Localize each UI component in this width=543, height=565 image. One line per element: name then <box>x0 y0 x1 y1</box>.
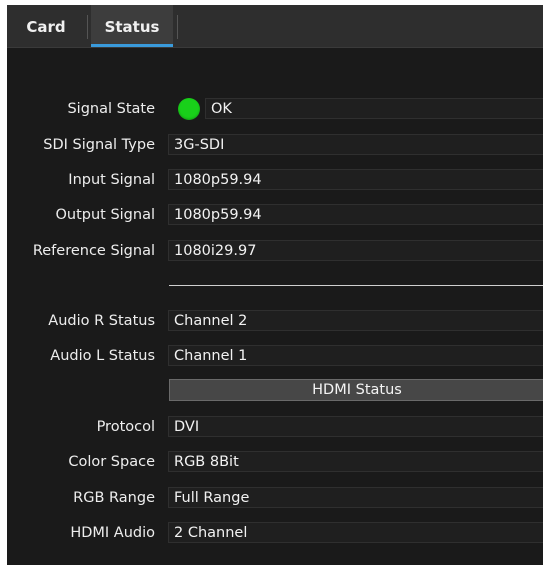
audio-r-status-value: Channel 2 <box>168 310 543 331</box>
sdi-signal-type-value: 3G-SDI <box>168 134 543 155</box>
tab-status[interactable]: Status <box>91 5 173 47</box>
input-signal-label: Input Signal <box>68 172 155 188</box>
tab-card[interactable]: Card <box>7 5 85 47</box>
tab-separator <box>87 15 88 39</box>
reference-signal-value: 1080i29.97 <box>168 240 543 261</box>
signal-ok-led-icon <box>178 98 200 120</box>
input-signal-value: 1080p59.94 <box>168 169 543 190</box>
hdmi-status-header: HDMI Status <box>169 379 543 401</box>
color-space-value: RGB 8Bit <box>168 451 543 472</box>
output-signal-label: Output Signal <box>55 207 155 223</box>
audio-l-status-value: Channel 1 <box>168 345 543 366</box>
audio-l-status-label: Audio L Status <box>50 348 155 364</box>
status-panel: Card Status Signal State OK SDI Signal T… <box>7 5 543 565</box>
audio-r-status-label: Audio R Status <box>48 313 155 329</box>
sdi-signal-type-label: SDI Signal Type <box>43 137 155 153</box>
rgb-range-label: RGB Range <box>73 490 155 506</box>
protocol-label: Protocol <box>96 419 155 435</box>
tab-bar: Card Status <box>7 5 543 48</box>
hdmi-audio-label: HDMI Audio <box>70 525 155 541</box>
color-space-label: Color Space <box>68 454 155 470</box>
tab-separator <box>177 15 178 39</box>
signal-state-label: Signal State <box>67 101 155 117</box>
hdmi-audio-value: 2 Channel <box>168 522 543 543</box>
signal-state-value: OK <box>205 98 543 119</box>
protocol-value: DVI <box>168 416 543 437</box>
output-signal-value: 1080p59.94 <box>168 204 543 225</box>
reference-signal-label: Reference Signal <box>32 243 155 259</box>
section-divider <box>169 285 543 286</box>
rgb-range-value: Full Range <box>168 487 543 508</box>
